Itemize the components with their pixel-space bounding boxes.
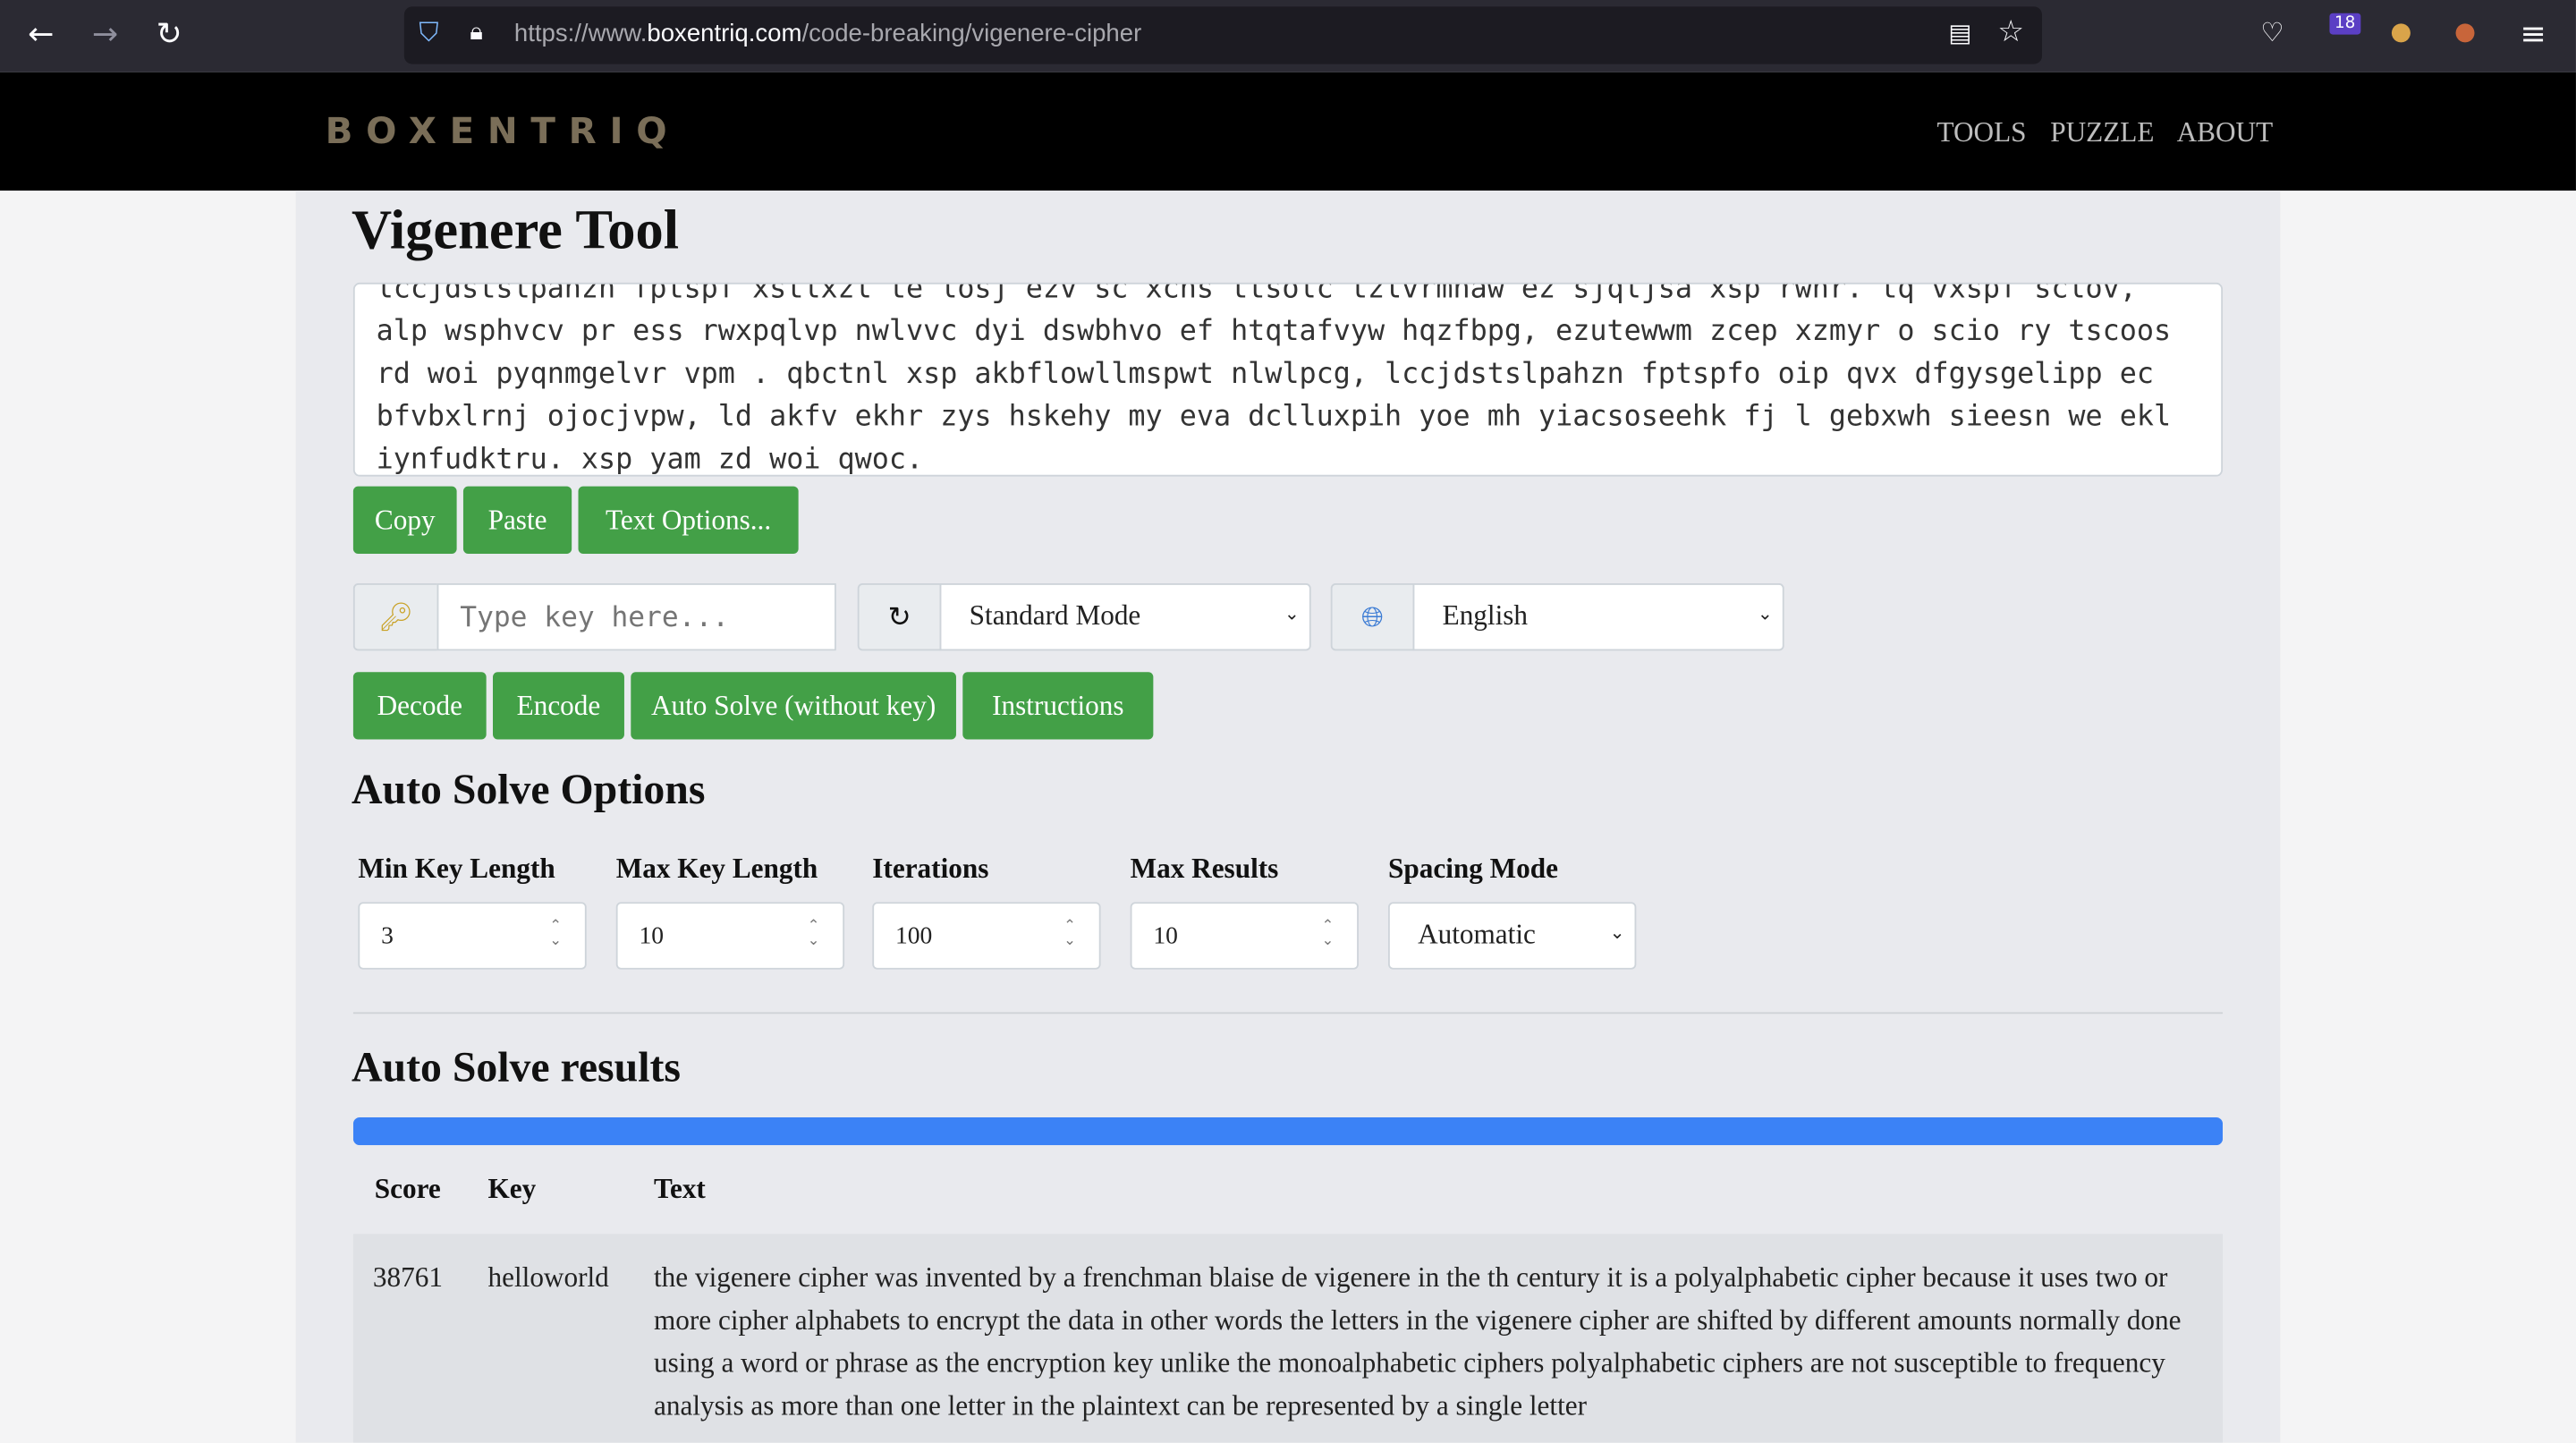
browser-toolbar: ← → ↻ ⛉ 🔒︎ https://www.boxentriq.com/cod…: [0, 0, 2576, 72]
max-key-length-value: 10: [639, 923, 665, 950]
extension-icon[interactable]: ●: [2454, 16, 2476, 46]
key-icon: 🔑︎: [352, 583, 439, 651]
paste-button[interactable]: Paste: [462, 486, 572, 554]
iterations-input[interactable]: 100 ⌃ ⌄: [872, 902, 1101, 970]
stepper-icon[interactable]: ⌃ ⌄: [1322, 920, 1335, 950]
min-key-length-value: 3: [381, 923, 394, 950]
globe-icon: 🌐︎: [1330, 583, 1415, 651]
refresh-icon[interactable]: ↻: [857, 583, 942, 651]
nav-puzzle[interactable]: PUZZLE: [2050, 116, 2154, 149]
decode-button[interactable]: Decode: [352, 672, 487, 740]
menu-icon[interactable]: ≡: [2520, 16, 2546, 52]
spacing-mode-select[interactable]: Automatic ⌄: [1388, 902, 1637, 970]
table-row[interactable]: 38761 helloworld the vigenere cipher was…: [352, 1234, 2224, 1443]
copy-button[interactable]: Copy: [352, 486, 457, 554]
url-path: /code-breaking/vigenere-cipher: [801, 20, 1142, 48]
language-value: English: [1442, 599, 1529, 632]
text-header: Text: [654, 1173, 706, 1205]
divider: [352, 1012, 2224, 1014]
stepper-icon[interactable]: ⌃ ⌄: [808, 920, 820, 950]
chevron-down-icon: ⌄: [1284, 603, 1300, 624]
lock-icon[interactable]: 🔒︎: [470, 16, 483, 46]
extension-badge[interactable]: 18: [2329, 13, 2360, 35]
cipher-textarea[interactable]: lccjdstslpahzn fptspf xstlxzl te losj ez…: [352, 282, 2224, 477]
iterations-value: 100: [895, 923, 933, 950]
url-domain: boxentriq.com: [647, 20, 802, 48]
stepper-icon[interactable]: ⌃ ⌄: [549, 920, 562, 950]
url-prefix: https://www.: [513, 20, 648, 48]
max-key-length-label: Max Key Length: [615, 853, 818, 885]
spacing-mode-value: Automatic: [1418, 918, 1536, 950]
address-bar[interactable]: ⛉ 🔒︎ https://www.boxentriq.com/code-brea…: [403, 6, 2043, 64]
auto-solve-results-heading: Auto Solve results: [352, 1043, 681, 1091]
page-title: Vigenere Tool: [352, 200, 680, 262]
language-select[interactable]: English ⌄: [1412, 583, 1784, 651]
progress-bar: [352, 1116, 2224, 1146]
iterations-label: Iterations: [872, 853, 989, 885]
key-input[interactable]: [436, 583, 836, 651]
nav-tools[interactable]: TOOLS: [1936, 116, 2026, 149]
cookie-extension-icon[interactable]: ●: [2390, 16, 2411, 46]
max-results-label: Max Results: [1130, 853, 1279, 885]
encode-button[interactable]: Encode: [493, 672, 624, 740]
mode-select[interactable]: Standard Mode ⌄: [939, 583, 1311, 651]
instructions-button[interactable]: Instructions: [962, 672, 1154, 740]
max-results-value: 10: [1153, 923, 1178, 950]
max-key-length-input[interactable]: 10 ⌃ ⌄: [615, 902, 845, 970]
result-score: 38761: [372, 1261, 443, 1294]
text-options-button[interactable]: Text Options...: [578, 486, 799, 554]
mode-value: Standard Mode: [969, 599, 1141, 632]
site-nav: BOXENTRIQ TOOLS PUZZLE ABOUT: [0, 72, 2576, 191]
reload-icon[interactable]: ↻: [156, 16, 182, 52]
pocket-icon[interactable]: ♡: [2260, 16, 2284, 47]
chevron-down-icon: ⌄: [1757, 603, 1773, 624]
key-header: Key: [487, 1173, 537, 1205]
score-header: Score: [374, 1173, 441, 1205]
progress-fill: [352, 1116, 2224, 1146]
auto-solve-options-heading: Auto Solve Options: [352, 765, 706, 814]
reader-view-icon[interactable]: ▤: [1948, 18, 1971, 47]
bookmark-star-icon[interactable]: ☆: [1997, 15, 2024, 50]
stepper-icon[interactable]: ⌃ ⌄: [1063, 920, 1076, 950]
nav-about[interactable]: ABOUT: [2177, 116, 2274, 149]
result-text: the vigenere cipher was invented by a fr…: [654, 1261, 2182, 1422]
back-icon[interactable]: ←: [28, 16, 54, 52]
forward-icon[interactable]: →: [92, 16, 118, 52]
auto-solve-button[interactable]: Auto Solve (without key): [631, 672, 956, 740]
logo[interactable]: BOXENTRIQ: [326, 112, 681, 153]
textarea-value: lccjdstslpahzn fptspf xstlxzl te losj ez…: [376, 282, 2172, 477]
shield-icon[interactable]: ⛉: [419, 16, 438, 49]
spacing-mode-label: Spacing Mode: [1388, 853, 1558, 885]
url-text[interactable]: https://www.boxentriq.com/code-breaking/…: [514, 20, 1141, 47]
result-key: helloworld: [487, 1261, 609, 1294]
chevron-down-icon: ⌄: [1609, 921, 1625, 944]
max-results-input[interactable]: 10 ⌃ ⌄: [1130, 902, 1359, 970]
min-key-length-input[interactable]: 3 ⌃ ⌄: [358, 902, 587, 970]
min-key-length-label: Min Key Length: [358, 853, 555, 885]
